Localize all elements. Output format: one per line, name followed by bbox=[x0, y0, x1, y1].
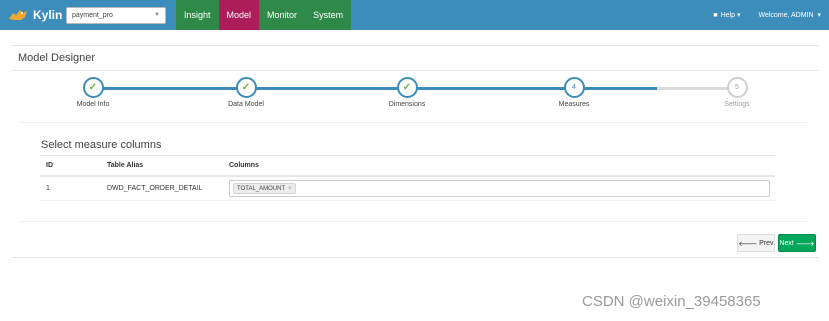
header-columns: Columns bbox=[229, 162, 259, 169]
divider bbox=[20, 122, 807, 123]
next-label: Next bbox=[779, 239, 794, 247]
wizard-step-data-model[interactable]: ✓ Data Model bbox=[206, 77, 286, 108]
divider bbox=[12, 70, 819, 71]
tab-label: Model bbox=[226, 10, 252, 20]
step-label: Model Info bbox=[76, 101, 110, 108]
arrow-right-icon: 🡒 bbox=[795, 240, 815, 248]
page-title: Model Designer bbox=[18, 52, 96, 64]
brand-name: Kylin bbox=[33, 8, 63, 22]
divider bbox=[20, 221, 807, 222]
tab-label: Monitor bbox=[267, 10, 298, 20]
step-number: 5 bbox=[735, 84, 739, 91]
tab-label: System bbox=[313, 10, 344, 20]
user-label: Welcome, ADMIN bbox=[758, 12, 814, 19]
table-row: 1 DWD_FACT_ORDER_DETAIL TOTAL_AMOUNT × bbox=[40, 177, 775, 201]
check-icon: ✓ bbox=[88, 82, 98, 93]
check-icon: ✓ bbox=[402, 82, 412, 93]
prev-label: Prev bbox=[759, 239, 774, 247]
row-id: 1 bbox=[46, 185, 50, 192]
arrow-left-icon: 🡐 bbox=[738, 240, 758, 248]
step-label: Settings bbox=[724, 101, 750, 108]
chevron-down-icon: ▾ bbox=[815, 12, 821, 19]
step-circle: ✓ bbox=[82, 77, 104, 98]
project-select-value: payment_pro bbox=[72, 11, 113, 19]
help-label: Help bbox=[720, 11, 735, 19]
step-number: 4 bbox=[572, 84, 576, 91]
step-circle: 5 bbox=[726, 77, 748, 98]
columns-multiselect[interactable]: TOTAL_AMOUNT × bbox=[229, 180, 770, 197]
tab-insight[interactable]: Insight bbox=[176, 0, 219, 30]
step-circle: 4 bbox=[563, 77, 585, 98]
wizard-step-settings[interactable]: 5 Settings bbox=[697, 77, 777, 108]
brand[interactable]: Kylin bbox=[0, 0, 66, 30]
watermark: CSDN @weixin_39458365 bbox=[582, 293, 761, 310]
column-tag-label: TOTAL_AMOUNT bbox=[237, 185, 286, 192]
prev-button[interactable]: 🡐 Prev bbox=[737, 234, 775, 252]
columns-cell: TOTAL_AMOUNT × bbox=[229, 180, 775, 197]
column-tag[interactable]: TOTAL_AMOUNT × bbox=[233, 183, 296, 194]
step-circle: ✓ bbox=[235, 77, 257, 98]
top-navbar: Kylin payment_pro ▼ Insight Model Monito… bbox=[0, 0, 829, 30]
measures-table: ID Table Alias Columns 1 DWD_FACT_ORDER_… bbox=[40, 155, 775, 201]
tab-monitor[interactable]: Monitor bbox=[259, 0, 305, 30]
chevron-down-icon: ▼ bbox=[154, 12, 160, 18]
section-title: Select measure columns bbox=[41, 139, 162, 151]
project-select[interactable]: payment_pro ▼ bbox=[66, 6, 166, 24]
tab-model[interactable]: Model bbox=[218, 0, 260, 30]
remove-tag-icon[interactable]: × bbox=[288, 186, 292, 192]
next-button[interactable]: Next 🡒 bbox=[778, 234, 816, 252]
wizard-step-dimensions[interactable]: ✓ Dimensions bbox=[367, 77, 447, 108]
table-header: ID Table Alias Columns bbox=[40, 155, 775, 177]
step-circle: ✓ bbox=[396, 77, 418, 98]
wizard-step-measures[interactable]: 4 Measures bbox=[534, 77, 614, 108]
header-table-alias: Table Alias bbox=[107, 162, 144, 169]
book-icon: ■ bbox=[713, 11, 718, 19]
tab-system[interactable]: System bbox=[305, 0, 351, 30]
step-label: Dimensions bbox=[388, 101, 426, 108]
user-menu[interactable]: Welcome, ADMIN ▾ bbox=[750, 11, 829, 19]
wizard-step-model-info[interactable]: ✓ Model Info bbox=[53, 77, 133, 108]
nav-right: ■ Help ▾ Welcome, ADMIN ▾ bbox=[703, 0, 829, 30]
help-menu[interactable]: ■ Help ▾ bbox=[703, 11, 750, 20]
check-icon: ✓ bbox=[241, 82, 251, 93]
step-label: Measures bbox=[558, 101, 590, 108]
header-id: ID bbox=[46, 162, 53, 169]
row-table-alias: DWD_FACT_ORDER_DETAIL bbox=[107, 185, 203, 192]
step-label: Data Model bbox=[228, 101, 264, 108]
tab-label: Insight bbox=[184, 10, 211, 20]
kylin-logo-icon bbox=[9, 10, 27, 20]
chevron-down-icon: ▾ bbox=[735, 12, 741, 19]
main-nav: Insight Model Monitor System bbox=[176, 0, 352, 30]
